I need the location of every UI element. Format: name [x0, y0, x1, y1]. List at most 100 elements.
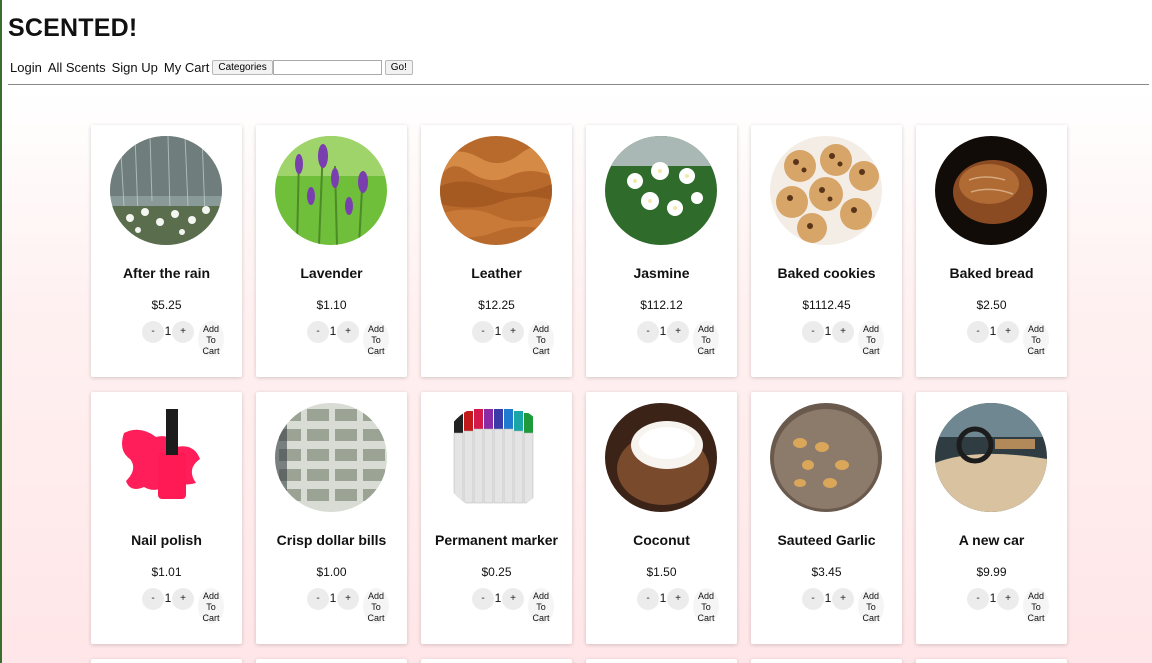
increase-button[interactable]: +	[172, 588, 194, 610]
rain-flowers-image[interactable]	[110, 136, 222, 245]
nav-my-cart-link[interactable]: My Cart	[164, 60, 210, 75]
add-to-cart-button[interactable]: Add To Cart	[1023, 588, 1049, 624]
decrease-button[interactable]: -	[142, 588, 164, 610]
increase-button[interactable]: +	[172, 321, 194, 343]
add-to-cart-button[interactable]: Add To Cart	[198, 588, 224, 624]
increase-button[interactable]: +	[832, 321, 854, 343]
car-interior-image[interactable]	[935, 403, 1047, 512]
product-price: $0.25	[481, 565, 512, 579]
decrease-button[interactable]: -	[307, 588, 329, 610]
quantity-stepper: - 1 + Add To Cart	[637, 588, 719, 624]
quantity-value: 1	[659, 324, 667, 338]
decrease-button[interactable]: -	[967, 321, 989, 343]
product-name: Nail polish	[131, 532, 202, 548]
product-card: Jasmine $112.12 - 1 + Add To Cart	[586, 125, 737, 377]
jasmine-image[interactable]	[605, 136, 717, 245]
decrease-button[interactable]: -	[307, 321, 329, 343]
add-to-cart-button[interactable]: Add To Cart	[693, 588, 719, 624]
product-name: Crisp dollar bills	[276, 532, 387, 548]
nav-bar: Login All Scents Sign Up My Cart Categor…	[10, 60, 413, 75]
product-price: $12.25	[478, 298, 515, 312]
markers-image[interactable]	[440, 403, 552, 512]
nav-sign-up-link[interactable]: Sign Up	[112, 60, 158, 75]
quantity-value: 1	[824, 324, 832, 338]
product-card	[256, 659, 407, 663]
increase-button[interactable]: +	[997, 588, 1019, 610]
decrease-button[interactable]: -	[637, 321, 659, 343]
coconut-image[interactable]	[605, 403, 717, 512]
add-to-cart-button[interactable]: Add To Cart	[198, 321, 224, 357]
product-price: $5.25	[151, 298, 182, 312]
add-to-cart-button[interactable]: Add To Cart	[693, 321, 719, 357]
decrease-button[interactable]: -	[802, 588, 824, 610]
decrease-button[interactable]: -	[802, 321, 824, 343]
categories-button[interactable]: Categories	[212, 60, 273, 75]
product-grid: After the rain $5.25 - 1 + Add To Cart L…	[91, 125, 1067, 663]
product-card: Coconut $1.50 - 1 + Add To Cart	[586, 392, 737, 644]
product-card: Sauteed Garlic $3.45 - 1 + Add To Cart	[751, 392, 902, 644]
product-card	[91, 659, 242, 663]
leather-image[interactable]	[440, 136, 552, 245]
product-card: Nail polish $1.01 - 1 + Add To Cart	[91, 392, 242, 644]
quantity-value: 1	[329, 591, 337, 605]
nail-polish-image[interactable]	[110, 403, 222, 512]
add-to-cart-button[interactable]: Add To Cart	[363, 321, 389, 357]
product-card: Baked bread $2.50 - 1 + Add To Cart	[916, 125, 1067, 377]
increase-button[interactable]: +	[502, 321, 524, 343]
product-card: Crisp dollar bills $1.00 - 1 + Add To Cart	[256, 392, 407, 644]
product-name: Sauteed Garlic	[777, 532, 876, 548]
product-name: Leather	[471, 265, 522, 281]
decrease-button[interactable]: -	[967, 588, 989, 610]
lavender-image[interactable]	[275, 136, 387, 245]
product-price: $2.50	[976, 298, 1007, 312]
product-name: Baked bread	[949, 265, 1034, 281]
increase-button[interactable]: +	[337, 588, 359, 610]
bread-image[interactable]	[935, 136, 1047, 245]
product-card	[586, 659, 737, 663]
add-to-cart-button[interactable]: Add To Cart	[363, 588, 389, 624]
quantity-stepper: - 1 + Add To Cart	[637, 321, 719, 357]
quantity-stepper: - 1 + Add To Cart	[142, 321, 224, 357]
increase-button[interactable]: +	[832, 588, 854, 610]
increase-button[interactable]: +	[667, 321, 689, 343]
product-card	[751, 659, 902, 663]
quantity-value: 1	[164, 324, 172, 338]
nav-all-scents-link[interactable]: All Scents	[48, 60, 106, 75]
nav-login-link[interactable]: Login	[10, 60, 42, 75]
quantity-stepper: - 1 + Add To Cart	[307, 321, 389, 357]
quantity-stepper: - 1 + Add To Cart	[802, 321, 884, 357]
quantity-value: 1	[989, 324, 997, 338]
product-name: Jasmine	[633, 265, 690, 281]
increase-button[interactable]: +	[502, 588, 524, 610]
header-divider	[8, 84, 1149, 85]
increase-button[interactable]: +	[667, 588, 689, 610]
cookies-image[interactable]	[770, 136, 882, 245]
increase-button[interactable]: +	[997, 321, 1019, 343]
product-name: After the rain	[122, 265, 211, 281]
product-name: Baked cookies	[777, 265, 876, 281]
decrease-button[interactable]: -	[472, 321, 494, 343]
product-card: Permanent marker $0.25 - 1 + Add To Cart	[421, 392, 572, 644]
search-input[interactable]	[272, 60, 382, 75]
product-name: Permanent marker	[435, 532, 558, 548]
quantity-stepper: - 1 + Add To Cart	[802, 588, 884, 624]
product-card	[916, 659, 1067, 663]
add-to-cart-button[interactable]: Add To Cart	[528, 588, 554, 624]
add-to-cart-button[interactable]: Add To Cart	[858, 588, 884, 624]
add-to-cart-button[interactable]: Add To Cart	[1023, 321, 1049, 357]
decrease-button[interactable]: -	[142, 321, 164, 343]
decrease-button[interactable]: -	[472, 588, 494, 610]
quantity-stepper: - 1 + Add To Cart	[967, 588, 1049, 624]
add-to-cart-button[interactable]: Add To Cart	[528, 321, 554, 357]
decrease-button[interactable]: -	[637, 588, 659, 610]
add-to-cart-button[interactable]: Add To Cart	[858, 321, 884, 357]
go-button[interactable]: Go!	[384, 60, 413, 75]
product-card: Lavender $1.10 - 1 + Add To Cart	[256, 125, 407, 377]
dollar-bills-image[interactable]	[275, 403, 387, 512]
product-price: $1112.45	[802, 298, 851, 312]
increase-button[interactable]: +	[337, 321, 359, 343]
product-price: $1.01	[151, 565, 182, 579]
garlic-image[interactable]	[770, 403, 882, 512]
product-price: $1.10	[316, 298, 347, 312]
quantity-stepper: - 1 + Add To Cart	[307, 588, 389, 624]
